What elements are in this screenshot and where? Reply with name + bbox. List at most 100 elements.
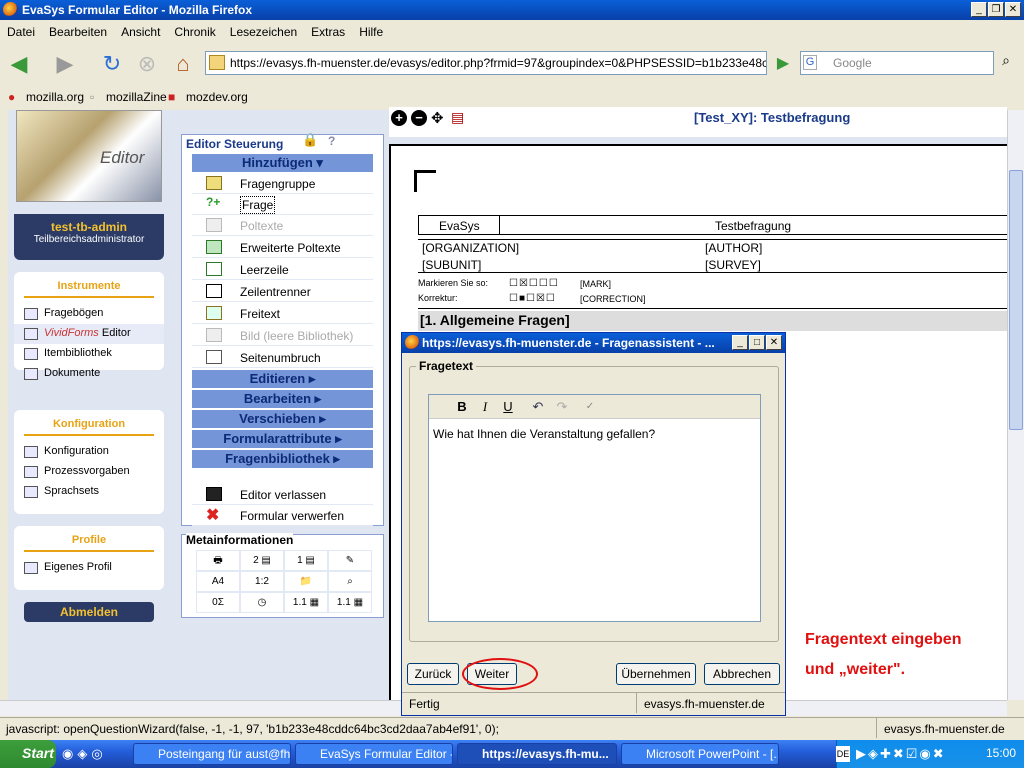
editieren-menu[interactable]: Editieren ▸ — [192, 370, 373, 388]
nav-sprachsets[interactable]: Sprachsets — [14, 482, 164, 502]
editor-control-title: Editor Steuerung — [186, 137, 284, 151]
form-icon — [24, 308, 38, 320]
start-button[interactable]: Start — [0, 740, 56, 768]
menu-extras[interactable]: Extras — [304, 22, 352, 42]
dialog-minimize-button[interactable]: _ — [732, 335, 748, 350]
freetext-icon — [206, 306, 222, 320]
verschieben-menu[interactable]: Verschieben ▸ — [192, 410, 373, 428]
search-input[interactable]: Google — [800, 51, 994, 75]
nav-itembibliothek[interactable]: Itembibliothek — [14, 344, 164, 364]
document-title: [Test_XY]: Testbefragung — [694, 110, 851, 125]
menu-datei[interactable]: Datei — [0, 22, 42, 42]
nav-konfiguration[interactable]: Konfiguration — [14, 442, 164, 462]
quicklaunch-icons[interactable]: ◉◈◎ — [62, 746, 107, 762]
dialog-maximize-button[interactable]: □ — [749, 335, 765, 350]
task-posteingang[interactable]: Posteingang für aust@fh... — [133, 743, 291, 765]
pdf-icon[interactable]: ▤ — [451, 109, 464, 126]
bearbeiten-menu[interactable]: Bearbeiten ▸ — [192, 390, 373, 408]
underline-icon[interactable]: U — [498, 398, 518, 416]
gear-icon — [24, 446, 38, 458]
doc-section-title: [1. Allgemeine Fragen] — [418, 311, 1008, 331]
meta-pages: 2 ▤ — [240, 550, 284, 571]
menu-lesezeichen[interactable]: Lesezeichen — [223, 22, 304, 42]
go-icon[interactable]: ▶ — [768, 50, 798, 78]
task-evasys-dialog[interactable]: https://evasys.fh-mu... — [457, 743, 617, 765]
minimize-button[interactable]: _ — [971, 2, 987, 17]
google-icon[interactable]: G — [803, 55, 817, 70]
add-poltexte[interactable]: Poltexte — [192, 215, 373, 236]
dialog-close-button[interactable]: ✕ — [766, 335, 782, 350]
help-icon[interactable]: ? — [328, 134, 335, 148]
cancel-button[interactable]: Abbrechen — [704, 663, 780, 685]
mark-tag: [MARK] — [580, 279, 612, 289]
task-evasys-editor[interactable]: EvaSys Formular Editor -... — [295, 743, 453, 765]
add-erweiterte-poltexte[interactable]: Erweiterte Poltexte — [192, 237, 373, 258]
undo-icon[interactable]: ↶ — [528, 398, 548, 416]
meta-sum: 0Σ — [196, 592, 240, 613]
add-leerzeile[interactable]: Leerzeile — [192, 259, 373, 280]
nav-fragebogen[interactable]: Fragebögen — [14, 304, 164, 324]
reload-icon[interactable]: ↻ — [97, 50, 127, 78]
tray-icons[interactable]: ▶◈✚✖☑◉✖ — [856, 746, 946, 762]
add-seitenumbruch[interactable]: Seitenumbruch — [192, 347, 373, 368]
clock: 15:00 — [986, 746, 1017, 760]
forward-icon[interactable]: ▶ — [50, 50, 80, 78]
formular-verwerfen[interactable]: ✖ Formular verwerfen — [192, 505, 373, 526]
bookmark-mozdev[interactable]: mozdev.org — [186, 90, 248, 104]
menu-bearbeiten[interactable]: Bearbeiten — [42, 22, 114, 42]
question-text[interactable]: Wie hat Ihnen die Veranstaltung gefallen… — [433, 427, 655, 441]
stop-icon[interactable]: ⊗ — [132, 50, 162, 78]
add-zeilentrenner[interactable]: Zeilentrenner — [192, 281, 373, 302]
add-fragengruppe[interactable]: Fragengruppe — [192, 173, 373, 194]
url-input[interactable]: https://evasys.fh-muenster.de/evasys/edi… — [205, 51, 767, 75]
language-indicator[interactable]: DE — [836, 746, 850, 762]
spellcheck-icon[interactable]: ✓ — [580, 398, 600, 416]
home-icon[interactable]: ⌂ — [168, 50, 198, 78]
add-bild[interactable]: Bild (leere Bibliothek) — [192, 325, 373, 346]
maximize-button[interactable]: ❐ — [988, 2, 1004, 17]
zoom-in-icon[interactable]: + — [391, 110, 407, 126]
hinzufuegen-menu[interactable]: Hinzufügen ▾ — [192, 154, 373, 172]
nav-prozessvorgaben[interactable]: Prozessvorgaben — [14, 462, 164, 482]
editor-verlassen[interactable]: Editor verlassen — [192, 484, 373, 505]
nav-eigenes-profil[interactable]: Eigenes Profil — [14, 558, 164, 578]
italic-icon[interactable]: I — [475, 398, 495, 416]
back-button[interactable]: Zurück — [407, 663, 459, 685]
back-icon[interactable]: ◀ — [4, 50, 34, 78]
pencil-icon[interactable]: ✎ — [328, 550, 372, 571]
add-freitext[interactable]: Freitext — [192, 303, 373, 324]
nav-vividforms-editor[interactable]: VividForms Editor — [14, 324, 164, 344]
task-powerpoint[interactable]: Microsoft PowerPoint - [... — [621, 743, 779, 765]
logout-button[interactable]: Abmelden — [24, 602, 154, 622]
konfiguration-title: Konfiguration — [24, 410, 154, 436]
formularattribute-menu[interactable]: Formularattribute ▸ — [192, 430, 373, 448]
menu-chronik[interactable]: Chronik — [167, 22, 222, 42]
meta-folder-icon[interactable]: 📁 — [284, 571, 328, 592]
meta-search-icon[interactable]: ⌕ — [328, 571, 372, 592]
close-button[interactable]: ✕ — [1005, 2, 1021, 17]
move-icon[interactable]: ✥ — [431, 109, 444, 127]
menu-hilfe[interactable]: Hilfe — [352, 22, 390, 42]
apply-button[interactable]: Übernehmen — [616, 663, 696, 685]
menu-ansicht[interactable]: Ansicht — [114, 22, 167, 42]
bookmark-mozillazine[interactable]: mozillaZine — [106, 90, 167, 104]
doc-subunit: [SUBUNIT] — [422, 258, 482, 272]
bookmark-mozilla[interactable]: mozilla.org — [26, 90, 84, 104]
add-frage[interactable]: ?+ Frage — [192, 194, 373, 215]
vertical-scrollbar[interactable] — [1007, 110, 1024, 700]
redo-icon[interactable]: ↷ — [552, 398, 572, 416]
fragenbibliothek-menu[interactable]: Fragenbibliothek ▸ — [192, 450, 373, 468]
zoom-out-icon[interactable]: − — [411, 110, 427, 126]
dialog-firefox-icon — [405, 335, 420, 350]
annotation-line1: Fragentext eingeben — [805, 631, 962, 648]
user-box: test-tb-admin Teilbereichsadministrator — [14, 214, 164, 260]
meta-title: Metainformationen — [186, 533, 294, 547]
search-icon[interactable]: ⌕ — [995, 52, 1017, 74]
scroll-thumb[interactable] — [1009, 170, 1023, 430]
nav-dokumente[interactable]: Dokumente — [14, 364, 164, 384]
profile-title: Profile — [24, 526, 154, 552]
bold-icon[interactable]: B — [452, 398, 472, 416]
doc-survey: [SURVEY] — [705, 258, 761, 272]
process-icon — [24, 466, 38, 478]
separator-icon — [206, 284, 222, 298]
